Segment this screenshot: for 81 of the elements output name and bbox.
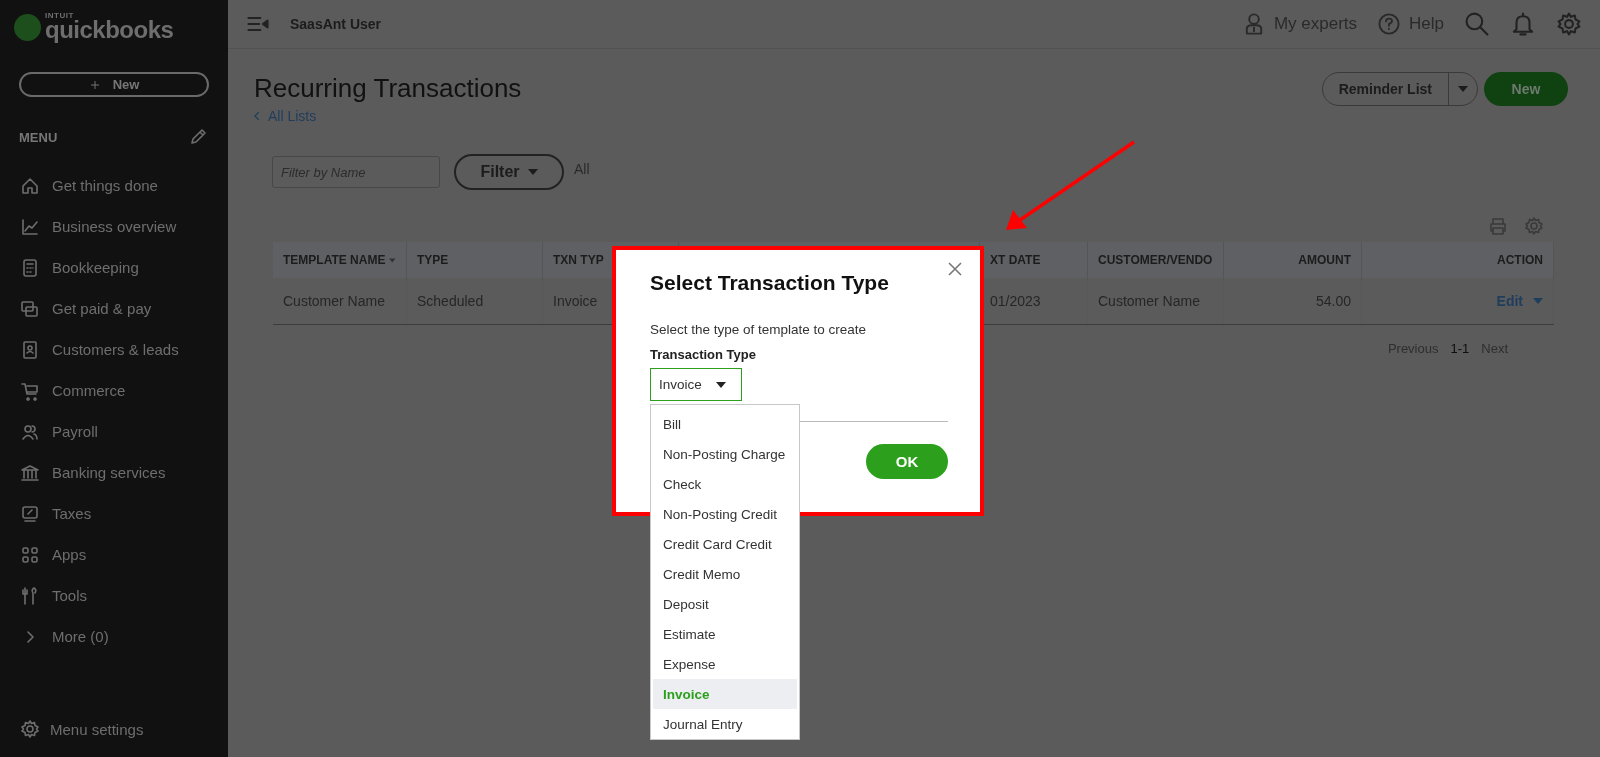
dropdown-option[interactable]: Check	[653, 469, 797, 499]
sidebar-item[interactable]: Apps	[0, 534, 228, 575]
dropdown-option[interactable]: Journal Entry	[653, 709, 797, 739]
dropdown-option[interactable]: Invoice	[653, 679, 797, 709]
sidebar-item-label: Customers & leads	[52, 341, 179, 358]
column-header: ACTION	[1362, 242, 1554, 278]
sidebar-item[interactable]: Banking services	[0, 452, 228, 493]
logo-mark-icon	[14, 13, 41, 41]
home-icon	[20, 175, 40, 196]
menu-settings-item[interactable]: Menu settings	[0, 701, 228, 757]
sidebar-item-label: Banking services	[52, 464, 166, 481]
search-icon	[1464, 11, 1490, 37]
sidebar-item[interactable]: Taxes	[0, 493, 228, 534]
bank-icon	[20, 462, 40, 483]
company-name: SaasAnt User	[290, 16, 382, 32]
dropdown-option[interactable]: Non-Posting Credit	[653, 499, 797, 529]
printer-icon	[1488, 216, 1508, 236]
calculator-icon	[20, 257, 40, 278]
caret-icon	[1457, 85, 1469, 93]
dropdown-option[interactable]: Credit Card Credit	[653, 529, 797, 559]
column-header: AMOUNT	[1224, 242, 1362, 278]
dropdown-option[interactable]: Estimate	[653, 619, 797, 649]
sidebar-item[interactable]: Tools	[0, 575, 228, 616]
new-button[interactable]: New	[19, 72, 209, 97]
sidebar-item-label: Business overview	[52, 218, 177, 235]
column-header[interactable]: TEMPLATE NAME	[273, 242, 407, 278]
bell-icon	[1510, 11, 1536, 37]
sidebar-item-label: Tools	[52, 587, 88, 604]
column-header: CUSTOMER/VENDO	[1088, 242, 1224, 278]
brand-name: quickbooks	[45, 18, 174, 42]
pagination-control[interactable]: 1-1	[1450, 341, 1470, 356]
sidebar-item[interactable]: More (0)	[0, 616, 228, 657]
settings-icon	[20, 719, 40, 739]
settings-icon	[1524, 216, 1544, 236]
ok-button[interactable]: OK	[866, 444, 948, 479]
cards-icon	[20, 298, 40, 319]
close-icon	[948, 262, 962, 276]
tools-icon	[20, 585, 40, 606]
transaction-type-select[interactable]: Invoice	[650, 368, 742, 401]
sidebar-item[interactable]: Business overview	[0, 206, 228, 247]
maker-name: INTUIT	[45, 12, 75, 20]
sidebar-item-label: Commerce	[52, 382, 126, 399]
menu-settings-label: Menu settings	[50, 720, 144, 738]
page-title: Recurring Transactions	[254, 73, 522, 104]
sidebar-item[interactable]: Get paid & pay	[0, 288, 228, 329]
sidebar-item-label: More (0)	[52, 628, 109, 645]
pencil-icon	[188, 127, 208, 147]
dialog-description: Select the type of template to create	[650, 322, 868, 337]
sidebar-item[interactable]: Commerce	[0, 370, 228, 411]
settings-icon	[1556, 11, 1582, 37]
sidebar-item[interactable]: Get things done	[0, 165, 228, 206]
caret-icon	[715, 381, 726, 388]
sidebar-item[interactable]: Bookkeeping	[0, 247, 228, 288]
sidebar-item-label: Apps	[52, 546, 87, 563]
cart-icon	[20, 380, 40, 401]
sort-caret-icon	[389, 257, 396, 263]
dropdown-option[interactable]: Bill	[653, 409, 797, 439]
grid-icon	[20, 544, 40, 565]
dropdown-option[interactable]: Expense	[653, 649, 797, 679]
sidebar-item[interactable]: Payroll	[0, 411, 228, 452]
sidebar-item-label: Taxes	[52, 505, 92, 522]
field-label: Transaction Type	[650, 347, 757, 362]
sidebar-item-label: Bookkeeping	[52, 259, 139, 276]
caret-icon	[527, 169, 538, 175]
dropdown-option[interactable]: Deposit	[653, 589, 797, 619]
menu-label: MENU	[19, 129, 58, 145]
sidebar-item-label: Get paid & pay	[52, 300, 152, 317]
dropdown-option[interactable]: Credit Memo	[653, 559, 797, 589]
sidebar-item-label: Payroll	[52, 423, 98, 440]
contact-book-icon	[20, 339, 40, 360]
line-chart-icon	[20, 216, 40, 237]
caret-icon	[1533, 298, 1543, 304]
sidebar-item-label: Get things done	[52, 177, 158, 194]
help-icon	[1377, 12, 1402, 36]
plus-icon	[88, 78, 101, 91]
new-button[interactable]: New	[1484, 72, 1568, 106]
column-header: XT DATE	[980, 242, 1088, 278]
filter-button[interactable]: Filter	[454, 154, 564, 190]
column-header: TYPE	[407, 242, 543, 278]
sidebar-item[interactable]: Customers & leads	[0, 329, 228, 370]
dropdown-option[interactable]: Non-Posting Charge	[653, 439, 797, 469]
